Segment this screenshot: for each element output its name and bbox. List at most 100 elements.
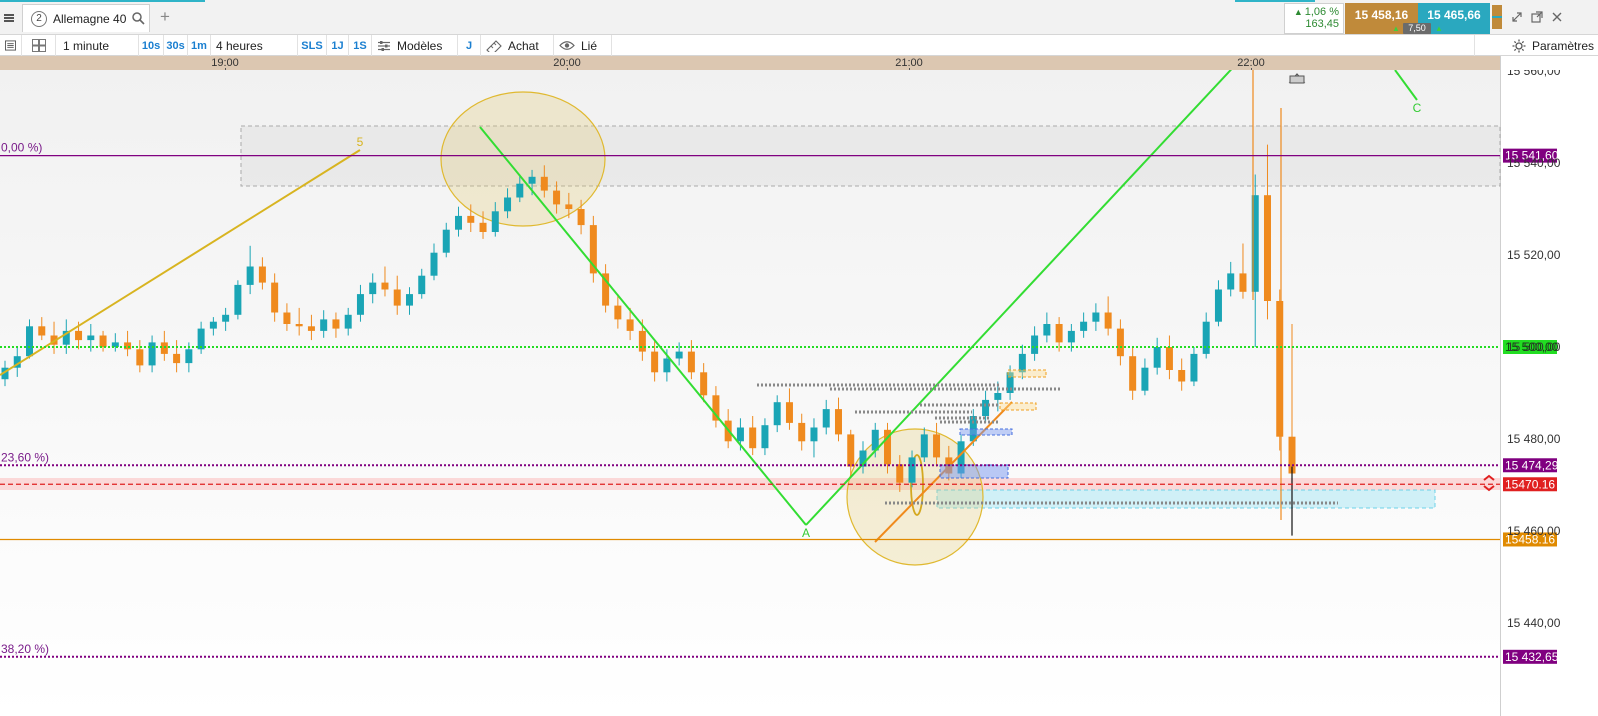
interval-30s-button[interactable]: 30s	[164, 35, 188, 56]
candle-body	[896, 464, 904, 483]
candle-body	[381, 282, 389, 290]
close-icon[interactable]	[1550, 10, 1564, 24]
candle-body	[1239, 273, 1247, 292]
fib-level-label: 38,20 %)	[1, 642, 49, 656]
settings-label: Paramètres	[1531, 38, 1594, 53]
fib-level-label: 23,60 %)	[1, 450, 49, 464]
sell-price: 15 458,16	[1354, 8, 1409, 22]
candle-body	[785, 402, 793, 423]
pending-order[interactable]	[939, 464, 1009, 479]
candle-body	[1263, 195, 1271, 301]
candle-body	[136, 349, 144, 366]
change-points: 163,45	[1305, 18, 1339, 30]
range-select[interactable]: 4 heures	[211, 35, 298, 56]
daily-change: 1,06 % 163,45	[1284, 3, 1344, 34]
range-1s-button[interactable]: 1S	[349, 35, 372, 56]
order-zone[interactable]	[936, 489, 1436, 509]
candle-body	[540, 176, 548, 191]
range-label: 4 heures	[216, 38, 263, 53]
candle-body	[38, 326, 46, 336]
eye-icon	[559, 41, 575, 50]
candle-body	[258, 266, 266, 283]
price-axis-label: 15 440,00	[1507, 616, 1561, 630]
search-icon[interactable]	[132, 12, 145, 25]
candle-body	[479, 222, 487, 232]
sls-button[interactable]: SLS	[298, 35, 327, 56]
wave-label: C	[1413, 101, 1422, 115]
candle-body	[26, 326, 34, 357]
candle-body	[99, 335, 107, 347]
candle-body	[393, 289, 401, 306]
layout-button[interactable]	[22, 35, 56, 56]
pending-order[interactable]	[999, 402, 1037, 411]
menu-button[interactable]	[0, 5, 18, 31]
price-level-value: 15470.16	[1505, 477, 1555, 491]
models-button[interactable]: Modèles	[372, 35, 458, 56]
timeframe-select[interactable]: 1 minute	[56, 35, 139, 56]
top-accent-line	[1235, 0, 1315, 2]
interval-1m-button[interactable]: 1m	[188, 35, 211, 56]
candle-body	[418, 275, 426, 295]
candle-body	[1043, 324, 1051, 336]
candle-body	[516, 183, 524, 198]
settings-button[interactable]: Paramètres	[1474, 35, 1598, 56]
candle-body	[577, 209, 585, 226]
candle-body	[283, 312, 291, 324]
spread-up-icon: ▲	[1435, 24, 1443, 33]
j-button[interactable]: J	[458, 35, 481, 56]
home-icon-base	[1289, 75, 1305, 84]
price-axis-label: 15 500,00	[1507, 340, 1561, 354]
candle-body	[626, 319, 634, 331]
candle-body	[344, 314, 352, 329]
top-bar: 2 Allemagne 40 + 1,06 % 163,45 15 458,16…	[0, 0, 1598, 35]
range-1j-label: 1J	[331, 39, 344, 52]
price-axis-label: 15 460,00	[1507, 524, 1561, 538]
interval-10s-button[interactable]: 10s	[139, 35, 164, 56]
price-chart[interactable]: 15 541,6015 500,0015 474,2915470.1615458…	[0, 70, 1598, 716]
price-level-value: 15 474,29	[1505, 458, 1559, 472]
candle-body	[1153, 347, 1161, 368]
candle-body	[1202, 321, 1210, 354]
candle-body	[1214, 289, 1222, 322]
candle-body	[1080, 321, 1088, 331]
candle-body	[749, 427, 757, 449]
spread-up-icon: ▲	[1392, 24, 1400, 33]
candle-body	[651, 351, 659, 373]
range-1s-label: 1S	[353, 39, 367, 52]
ruler-icon	[486, 39, 502, 52]
spread-badge: 7,50	[1403, 23, 1431, 34]
chart-toolbar: 1 minute 10s 30s 1m 4 heures SLS 1J 1S M…	[0, 35, 1598, 56]
candle-body	[810, 427, 818, 442]
candle-body	[209, 321, 217, 329]
candle-body	[1165, 347, 1173, 370]
candle-body	[87, 335, 95, 341]
candle-body	[553, 190, 561, 205]
instrument-tab[interactable]: 2 Allemagne 40	[22, 4, 150, 32]
candle-body	[933, 434, 941, 458]
candle-body	[1178, 370, 1186, 382]
candle-body	[773, 402, 781, 426]
candle-body	[687, 351, 695, 373]
pending-order[interactable]	[959, 428, 1013, 436]
pending-order[interactable]	[1007, 369, 1047, 378]
price-axis-label: 15 560,00	[1507, 70, 1561, 78]
list-view-button[interactable]	[0, 35, 22, 56]
gear-icon	[1512, 39, 1526, 52]
buy-tool-button[interactable]: Achat	[481, 35, 554, 56]
candle-body	[320, 319, 328, 331]
candle-body	[1067, 330, 1075, 343]
candle-body	[1092, 312, 1100, 322]
candle-body	[920, 434, 928, 458]
candle-body	[700, 372, 708, 396]
candle-body	[430, 252, 438, 276]
candle-body	[1129, 356, 1137, 391]
time-axis[interactable]: 19:00 20:00 21:00 22:00	[0, 56, 1500, 71]
sls-label: SLS	[301, 39, 323, 52]
expand-icon[interactable]	[1510, 10, 1524, 24]
range-1j-button[interactable]: 1J	[327, 35, 349, 56]
candle-body	[638, 330, 646, 352]
highlight-ellipse-top[interactable]	[440, 91, 606, 227]
add-tab-button[interactable]: +	[160, 8, 170, 26]
linked-button[interactable]: Lié	[554, 35, 612, 56]
popout-icon[interactable]	[1530, 10, 1544, 24]
